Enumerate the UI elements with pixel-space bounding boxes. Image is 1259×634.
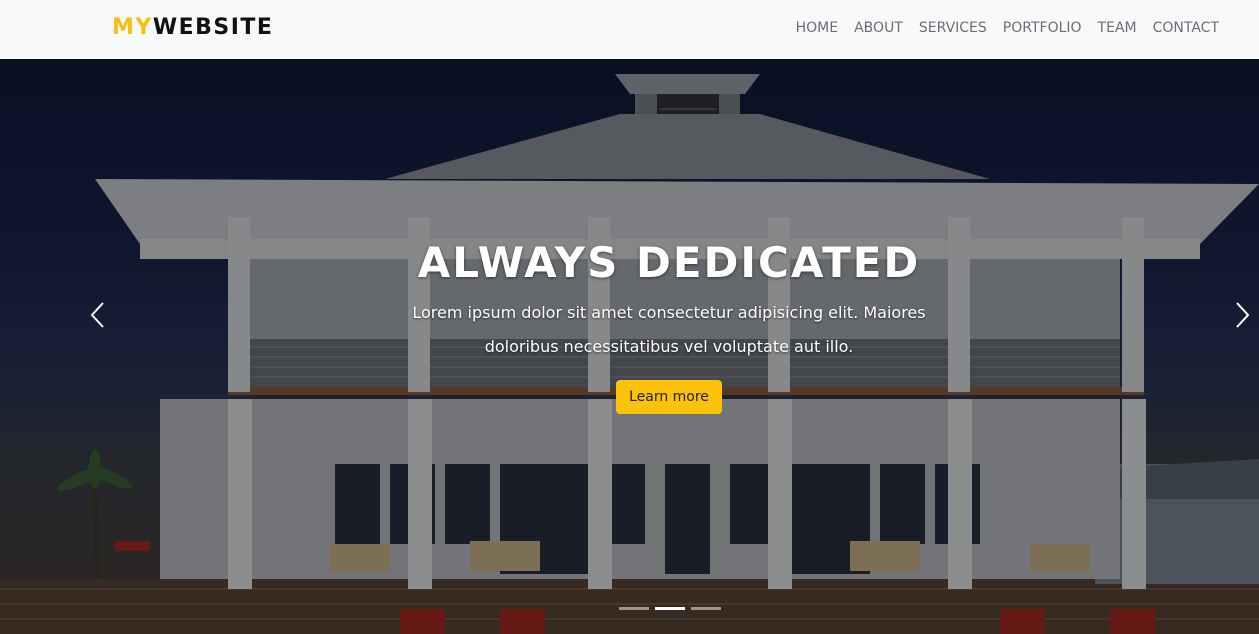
hero-lead-text: Lorem ipsum dolor sit amet consectetur a…: [412, 303, 926, 356]
main-nav: HOME ABOUT SERVICES PORTFOLIO TEAM CONTA…: [796, 18, 1219, 38]
carousel-indicator-1[interactable]: [619, 607, 649, 610]
chevron-left-icon: [89, 301, 105, 334]
brand-logo-my: MY: [112, 15, 153, 40]
nav-team[interactable]: TEAM: [1098, 20, 1137, 36]
hero-carousel: ALWAYS DEDICATED Lorem ipsum dolor sit a…: [0, 59, 1259, 634]
brand-logo[interactable]: MYWEBSITE: [112, 14, 273, 42]
carousel-indicator-2[interactable]: [655, 607, 685, 610]
nav-services[interactable]: SERVICES: [919, 20, 987, 36]
navbar: MYWEBSITE HOME ABOUT SERVICES PORTFOLIO …: [0, 0, 1259, 59]
nav-contact[interactable]: CONTACT: [1153, 20, 1219, 36]
nav-home[interactable]: HOME: [796, 20, 838, 36]
carousel-indicator-3[interactable]: [691, 607, 721, 610]
carousel-caption: ALWAYS DEDICATED Lorem ipsum dolor sit a…: [380, 234, 958, 414]
hero-headline: ALWAYS DEDICATED: [417, 238, 921, 287]
carousel-next-button[interactable]: [1228, 299, 1258, 335]
carousel-indicators: [619, 607, 721, 610]
chevron-right-icon: [1235, 301, 1251, 334]
nav-about[interactable]: ABOUT: [854, 20, 903, 36]
learn-more-button[interactable]: Learn more: [616, 380, 722, 414]
brand-logo-website: WEBSITE: [152, 15, 274, 40]
carousel-prev-button[interactable]: [82, 299, 112, 335]
nav-portfolio[interactable]: PORTFOLIO: [1003, 20, 1082, 36]
